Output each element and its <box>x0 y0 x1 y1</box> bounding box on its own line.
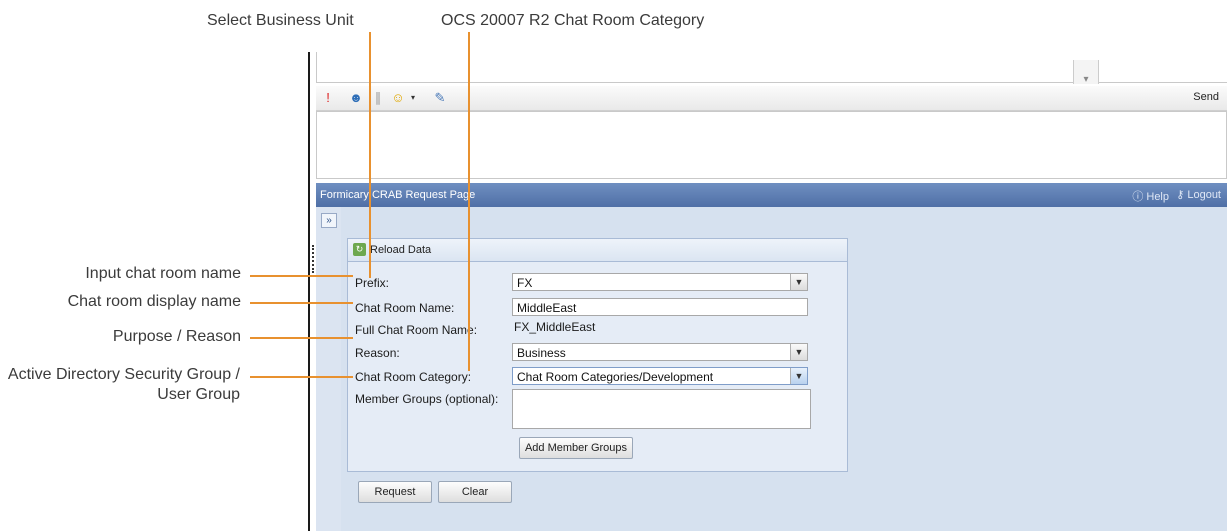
reason-value: Business <box>517 346 566 360</box>
logout-link[interactable]: ⚷ Logout <box>1176 188 1221 201</box>
callout-line-business-unit <box>369 32 371 278</box>
full-chat-room-name-value: FX_MiddleEast <box>514 320 596 334</box>
help-link[interactable]: ⓘ Help <box>1132 188 1169 204</box>
callout-chat-room-category: OCS 20007 R2 Chat Room Category <box>441 12 705 29</box>
callout-select-business-unit: Select Business Unit <box>207 12 354 29</box>
chat-room-name-label: Chat Room Name: <box>355 301 455 315</box>
contacts-icon[interactable]: ☻ <box>348 90 364 106</box>
prefix-value: FX <box>517 276 533 290</box>
reason-select[interactable]: Business ▼ <box>512 343 808 361</box>
help-icon: ⓘ <box>1132 191 1144 203</box>
callout-line-category <box>468 32 470 371</box>
send-button[interactable]: Send <box>1193 91 1219 103</box>
callout-chat-room-display-name: Chat room display name <box>67 293 241 310</box>
page-titlebar: Formicary CRAB Request Page ⓘ Help ⚷ Log… <box>316 183 1227 207</box>
clear-button[interactable]: Clear <box>438 481 512 503</box>
chat-room-category-select[interactable]: Chat Room Categories/Development ▼ <box>512 367 808 385</box>
key-icon: ⚷ <box>1176 189 1185 201</box>
full-chat-room-name-label: Full Chat Room Name: <box>355 323 478 337</box>
request-button[interactable]: Request <box>358 481 432 503</box>
scroll-down-arrow[interactable]: ▾ <box>1073 60 1099 85</box>
callout-purpose-reason: Purpose / Reason <box>112 328 241 345</box>
chat-room-category-label: Chat Room Category: <box>355 370 472 384</box>
add-member-groups-button[interactable]: Add Member Groups <box>519 437 633 459</box>
callout-line-member-groups <box>250 376 353 378</box>
callout-line-reason <box>250 337 353 339</box>
chevron-down-icon[interactable]: ▼ <box>790 344 807 360</box>
splitter-handle[interactable] <box>312 245 316 273</box>
window-edge <box>308 52 310 531</box>
chevron-down-icon[interactable]: ▼ <box>790 274 807 290</box>
reload-icon[interactable]: ↻ <box>353 243 366 256</box>
attachment-icon[interactable]: ∥ <box>370 90 386 106</box>
chevron-down-icon[interactable]: ▾ <box>405 90 421 106</box>
chat-room-category-value: Chat Room Categories/Development <box>517 370 714 384</box>
member-groups-list[interactable] <box>512 389 811 429</box>
page-title: Formicary CRAB Request Page <box>320 189 476 201</box>
callout-input-chat-room-name: Input chat room name <box>85 265 241 282</box>
reload-data-button[interactable]: Reload Data <box>370 244 431 256</box>
chevron-down-icon[interactable]: ▼ <box>790 368 807 384</box>
message-compose-input[interactable] <box>316 111 1227 179</box>
collapsed-sidebar <box>316 207 342 531</box>
emoticon-icon[interactable]: ☺ <box>390 90 406 106</box>
callout-line-chat-room-name <box>250 275 353 277</box>
callout-active-directory: Active Directory Security Group / User G… <box>7 366 240 403</box>
importance-icon[interactable]: ! <box>320 90 336 106</box>
callout-line-display-name <box>250 302 353 304</box>
chat-room-name-value: MiddleEast <box>517 301 577 315</box>
chat-toolbar: ! ☻ ∥ ☺ ▾ ✎ Send <box>316 86 1227 111</box>
reload-toolbar: ↻ Reload Data <box>347 238 848 262</box>
member-groups-label: Member Groups (optional): <box>355 392 499 406</box>
edit-icon[interactable]: ✎ <box>432 90 448 106</box>
expand-sidebar-button[interactable]: » <box>321 213 337 228</box>
chat-room-name-input[interactable]: MiddleEast <box>512 298 808 316</box>
reason-label: Reason: <box>355 346 400 360</box>
prefix-label: Prefix: <box>355 276 390 290</box>
prefix-select[interactable]: FX ▼ <box>512 273 808 291</box>
